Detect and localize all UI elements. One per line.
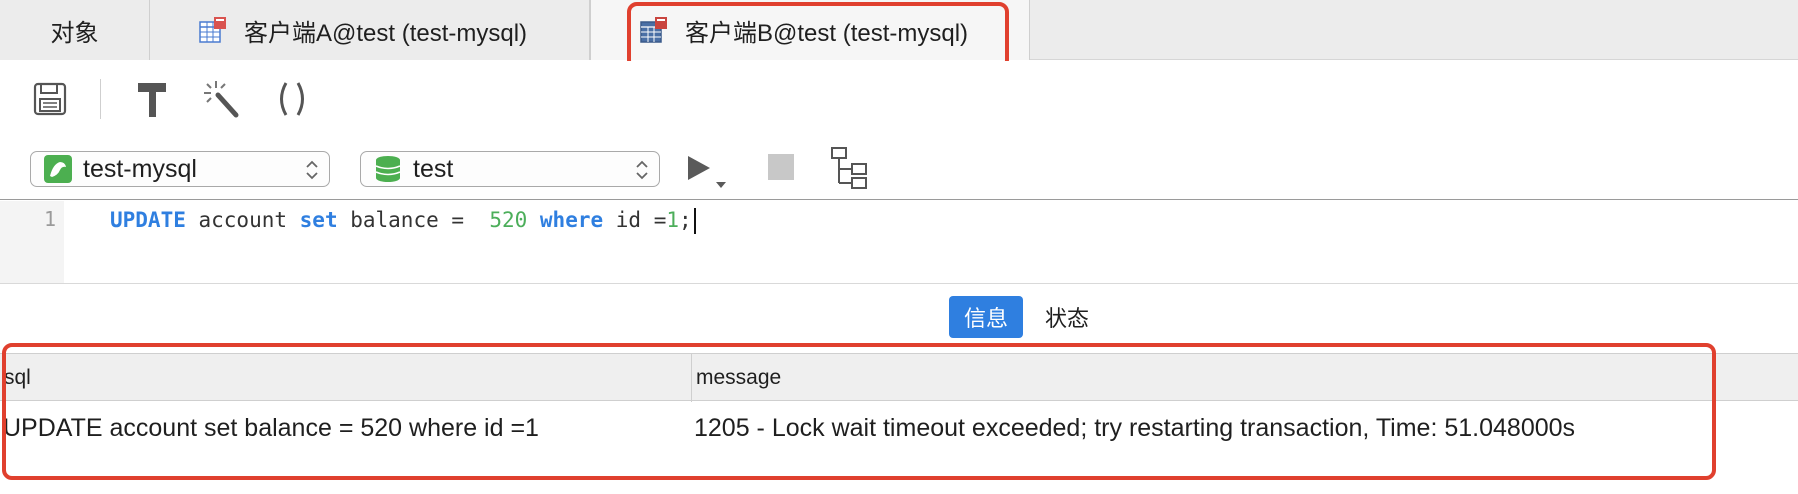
parentheses-icon xyxy=(280,82,304,116)
code-text: id = xyxy=(603,208,667,232)
beautify-button[interactable] xyxy=(200,77,244,121)
code-keyword: where xyxy=(539,208,604,232)
tab-status[interactable]: 状态 xyxy=(1030,296,1104,338)
code-keyword: set xyxy=(299,208,338,232)
tab-client-a[interactable]: 客户端A@test (test-mysql) xyxy=(150,0,590,60)
cell-sql[interactable]: UPDATE account set balance = 520 where i… xyxy=(3,401,539,455)
mysql-connection-icon xyxy=(44,155,72,183)
save-button[interactable] xyxy=(28,77,72,121)
tab-objects[interactable]: 对象 xyxy=(0,0,150,60)
result-grid: sql message UPDATE account set balance =… xyxy=(0,353,1798,494)
save-icon xyxy=(33,82,67,116)
grid-header: sql message xyxy=(0,353,1798,402)
code-keyword: UPDATE xyxy=(110,208,186,232)
database-icon xyxy=(375,156,401,182)
connection-select-value: test-mysql xyxy=(83,154,197,183)
connection-select[interactable]: test-mysql xyxy=(30,151,330,187)
text-caret xyxy=(693,208,696,234)
table-row[interactable]: UPDATE account set balance = 520 where i… xyxy=(0,401,1798,455)
sql-editor[interactable]: 1 UPDATE account set balance = 520 where… xyxy=(0,201,1798,284)
tab-client-b-label: 客户端B@test (test-mysql) xyxy=(685,19,969,47)
stop-button[interactable] xyxy=(768,154,794,180)
sql-code-line[interactable]: UPDATE account set balance = 520 where i… xyxy=(110,205,696,235)
build-hammer-icon xyxy=(138,83,166,117)
tab-bar: 对象 客户端A@test (test-mysql) 客户端B@test (tes… xyxy=(0,0,1798,60)
column-header-sql[interactable]: sql xyxy=(4,354,690,402)
database-select[interactable]: test xyxy=(360,151,660,187)
editor-toolbar xyxy=(0,61,1798,136)
cell-message[interactable]: 1205 - Lock wait timeout exceeded; try r… xyxy=(694,401,1575,455)
explain-tree-icon xyxy=(831,147,867,189)
query-table-icon xyxy=(640,17,667,43)
chevron-updown-icon xyxy=(306,160,318,180)
play-icon xyxy=(688,156,710,180)
run-button[interactable] xyxy=(684,150,734,190)
line-number-gutter: 1 xyxy=(0,201,64,283)
chevron-down-icon xyxy=(716,182,726,188)
code-text: ; xyxy=(679,208,692,232)
code-text: balance = xyxy=(337,208,490,232)
toolbar-separator xyxy=(100,79,101,119)
query-table-icon xyxy=(199,17,226,43)
tab-info[interactable]: 信息 xyxy=(949,296,1023,338)
build-button[interactable] xyxy=(130,77,174,121)
code-number: 1 xyxy=(666,208,679,232)
connection-selector-row: test-mysql test xyxy=(0,136,1798,200)
parentheses-button[interactable] xyxy=(270,77,314,121)
tab-objects-label: 对象 xyxy=(50,19,99,47)
result-tabs: 信息 状态 xyxy=(0,285,1798,353)
explain-button[interactable] xyxy=(830,146,870,190)
chevron-updown-icon xyxy=(636,160,648,180)
column-header-message[interactable]: message xyxy=(691,354,1691,402)
code-text: account xyxy=(185,208,300,232)
database-select-value: test xyxy=(413,154,454,183)
beautify-wand-icon xyxy=(204,81,239,118)
code-number: 520 xyxy=(489,208,528,232)
tab-client-b[interactable]: 客户端B@test (test-mysql) xyxy=(590,0,1030,60)
tab-client-a-label: 客户端A@test (test-mysql) xyxy=(244,19,528,47)
line-number: 1 xyxy=(43,207,56,231)
